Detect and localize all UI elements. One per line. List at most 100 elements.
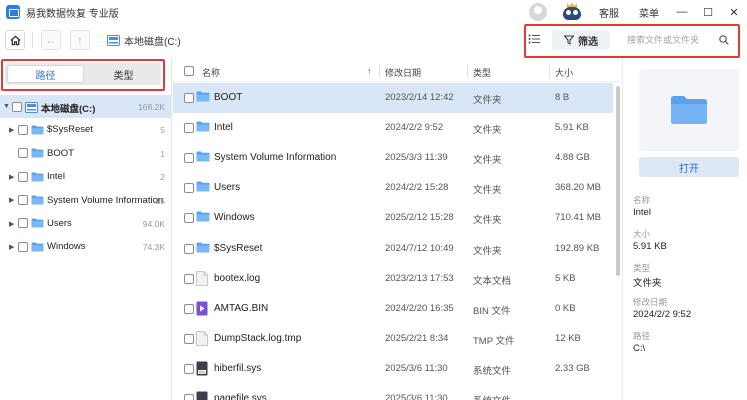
- tree-item-checkbox[interactable]: [12, 101, 22, 112]
- caret-right-icon[interactable]: ▶: [9, 173, 14, 181]
- tree-item-checkbox[interactable]: [18, 218, 28, 229]
- caret-right-icon[interactable]: ▶: [9, 126, 14, 134]
- row-checkbox[interactable]: [184, 93, 194, 103]
- folder-icon: [196, 150, 210, 165]
- table-row[interactable]: Users 2024/2/2 15:28 文件夹 368.20 MB: [173, 173, 613, 203]
- table-row[interactable]: Windows 2025/2/12 15:28 文件夹 710.41 MB: [173, 203, 613, 233]
- tree-item[interactable]: ▶ Windows 74.3K: [0, 235, 171, 258]
- row-checkbox[interactable]: [184, 183, 194, 194]
- search-icon[interactable]: [719, 35, 729, 45]
- caret-down-icon[interactable]: ▼: [3, 103, 10, 110]
- file-type: 文件夹: [473, 245, 502, 257]
- column-type-header[interactable]: 类型: [473, 66, 491, 79]
- tree-item[interactable]: ▼ 本地磁盘(C:) 168.2K: [0, 95, 171, 119]
- file-date: 2024/7/12 10:49: [385, 242, 454, 254]
- tree-item-checkbox[interactable]: [18, 171, 28, 182]
- table-row[interactable]: SYS hiberfil.sys 2025/3/6 11:30 系统文件 2.33 GB: [173, 354, 613, 384]
- tree-item[interactable]: ▶ $SysReset 5: [0, 118, 171, 141]
- toolbar-divider: [32, 33, 33, 47]
- row-checkbox[interactable]: [184, 333, 194, 344]
- column-divider[interactable]: [549, 64, 550, 78]
- document-icon: [196, 270, 210, 286]
- table-row[interactable]: SYS pagefile.sys 2025/3/6 11:30 系统文件: [173, 384, 613, 400]
- scrollbar-thumb[interactable]: [616, 86, 620, 276]
- sys-file-icon: SYS: [196, 391, 210, 400]
- svg-text:SYS: SYS: [199, 370, 206, 374]
- menu-link[interactable]: 菜单: [639, 5, 659, 20]
- tree-item-label: 本地磁盘(C:): [41, 104, 96, 115]
- table-row[interactable]: AMTAG.BIN 2024/2/20 16:35 BIN 文件 0 KB: [173, 294, 613, 324]
- user-avatar[interactable]: [529, 3, 547, 21]
- tree-item[interactable]: BOOT 1: [0, 142, 171, 165]
- table-row[interactable]: Intel 2024/2/2 9:52 文件夹 5.91 KB: [173, 113, 613, 143]
- tab-path[interactable]: 路径: [7, 65, 84, 83]
- table-row[interactable]: BOOT 2023/2/14 12:42 文件夹 8 B: [173, 83, 613, 113]
- file-size: 5.91 KB: [555, 122, 589, 134]
- column-size-header[interactable]: 大小: [555, 66, 573, 79]
- column-divider[interactable]: [379, 64, 380, 78]
- open-button[interactable]: 打开: [639, 157, 739, 177]
- close-button[interactable]: ✕: [721, 0, 747, 24]
- row-checkbox[interactable]: [184, 213, 194, 224]
- caret-right-icon[interactable]: ▶: [9, 243, 14, 251]
- vip-mascot-icon[interactable]: [561, 3, 583, 21]
- up-button[interactable]: ↑: [70, 30, 90, 50]
- sys-file-icon: SYS: [196, 361, 210, 376]
- file-type: 文件夹: [473, 125, 502, 137]
- filter-button[interactable]: 筛选: [552, 30, 610, 50]
- tree-item-checkbox[interactable]: [18, 195, 28, 206]
- view-list-button[interactable]: [528, 33, 542, 47]
- row-checkbox[interactable]: [184, 394, 194, 400]
- file-name: $SysReset: [214, 242, 263, 254]
- table-row[interactable]: DumpStack.log.tmp 2025/2/21 8:34 TMP 文件 12 …: [173, 324, 613, 354]
- caret-right-icon[interactable]: ▶: [9, 196, 14, 204]
- tree-item[interactable]: ▶ Users 94.0K: [0, 212, 171, 235]
- breadcrumb-label: 本地磁盘(C:): [124, 37, 181, 48]
- row-checkbox[interactable]: [184, 303, 194, 314]
- column-divider[interactable]: [467, 64, 468, 78]
- folder-icon: [31, 242, 44, 252]
- folder-tree: ▼ 本地磁盘(C:) 168.2K ▶ $SysReset 5 BOOT 1 ▶ Intel 2 ▶ S…: [0, 95, 171, 259]
- breadcrumb[interactable]: 本地磁盘(C:): [107, 33, 181, 48]
- file-name: Windows: [214, 212, 255, 224]
- tree-item-label: Intel: [47, 171, 65, 183]
- select-all-checkbox[interactable]: [184, 66, 194, 76]
- table-row[interactable]: bootex.log 2023/2/13 17:53 文本文档 5 KB: [173, 264, 613, 294]
- search-input[interactable]: [619, 35, 719, 45]
- tree-item[interactable]: ▶ System Volume Information 15: [0, 189, 171, 212]
- row-checkbox[interactable]: [184, 123, 194, 134]
- file-date: 2025/3/6 11:30: [385, 362, 448, 374]
- app-logo-icon: [6, 5, 20, 19]
- property-key: 类型: [633, 263, 651, 273]
- minimize-button[interactable]: —: [669, 0, 695, 24]
- tree-item-checkbox[interactable]: [18, 148, 28, 159]
- back-button[interactable]: ←: [41, 30, 61, 50]
- tree-item-checkbox[interactable]: [18, 124, 28, 135]
- folder-icon: [196, 90, 210, 105]
- customer-service-link[interactable]: 客服: [599, 5, 619, 20]
- row-checkbox[interactable]: [184, 153, 194, 164]
- property-key: 大小: [633, 229, 651, 239]
- file-type: TMP 文件: [473, 335, 515, 347]
- row-checkbox[interactable]: [184, 273, 194, 284]
- column-date-header[interactable]: 修改日期: [385, 66, 421, 79]
- tree-item-count: 5: [160, 125, 165, 136]
- maximize-button[interactable]: ☐: [695, 0, 721, 24]
- tree-item-checkbox[interactable]: [18, 241, 28, 252]
- table-row[interactable]: System Volume Information 2025/3/3 11:39 文…: [173, 143, 613, 173]
- table-row[interactable]: $SysReset 2024/7/12 10:49 文件夹 192.89 KB: [173, 234, 613, 264]
- file-size: 0 KB: [555, 302, 576, 314]
- file-type: 文件夹: [473, 155, 502, 167]
- home-button[interactable]: [5, 30, 25, 50]
- title-bar: 易我数据恢复 专业版 客服 菜单 — ☐ ✕: [0, 0, 747, 24]
- tree-item[interactable]: ▶ Intel 2: [0, 165, 171, 188]
- media-icon: [196, 301, 210, 316]
- caret-right-icon[interactable]: ▶: [9, 220, 14, 228]
- column-name-header[interactable]: 名称: [202, 66, 220, 79]
- preview-area: [639, 69, 739, 151]
- folder-icon: [196, 180, 210, 195]
- row-checkbox[interactable]: [184, 243, 194, 254]
- row-checkbox[interactable]: [184, 363, 194, 374]
- tab-type[interactable]: 类型: [86, 63, 161, 85]
- title-bar-actions: 客服 菜单 — ☐ ✕: [529, 0, 747, 24]
